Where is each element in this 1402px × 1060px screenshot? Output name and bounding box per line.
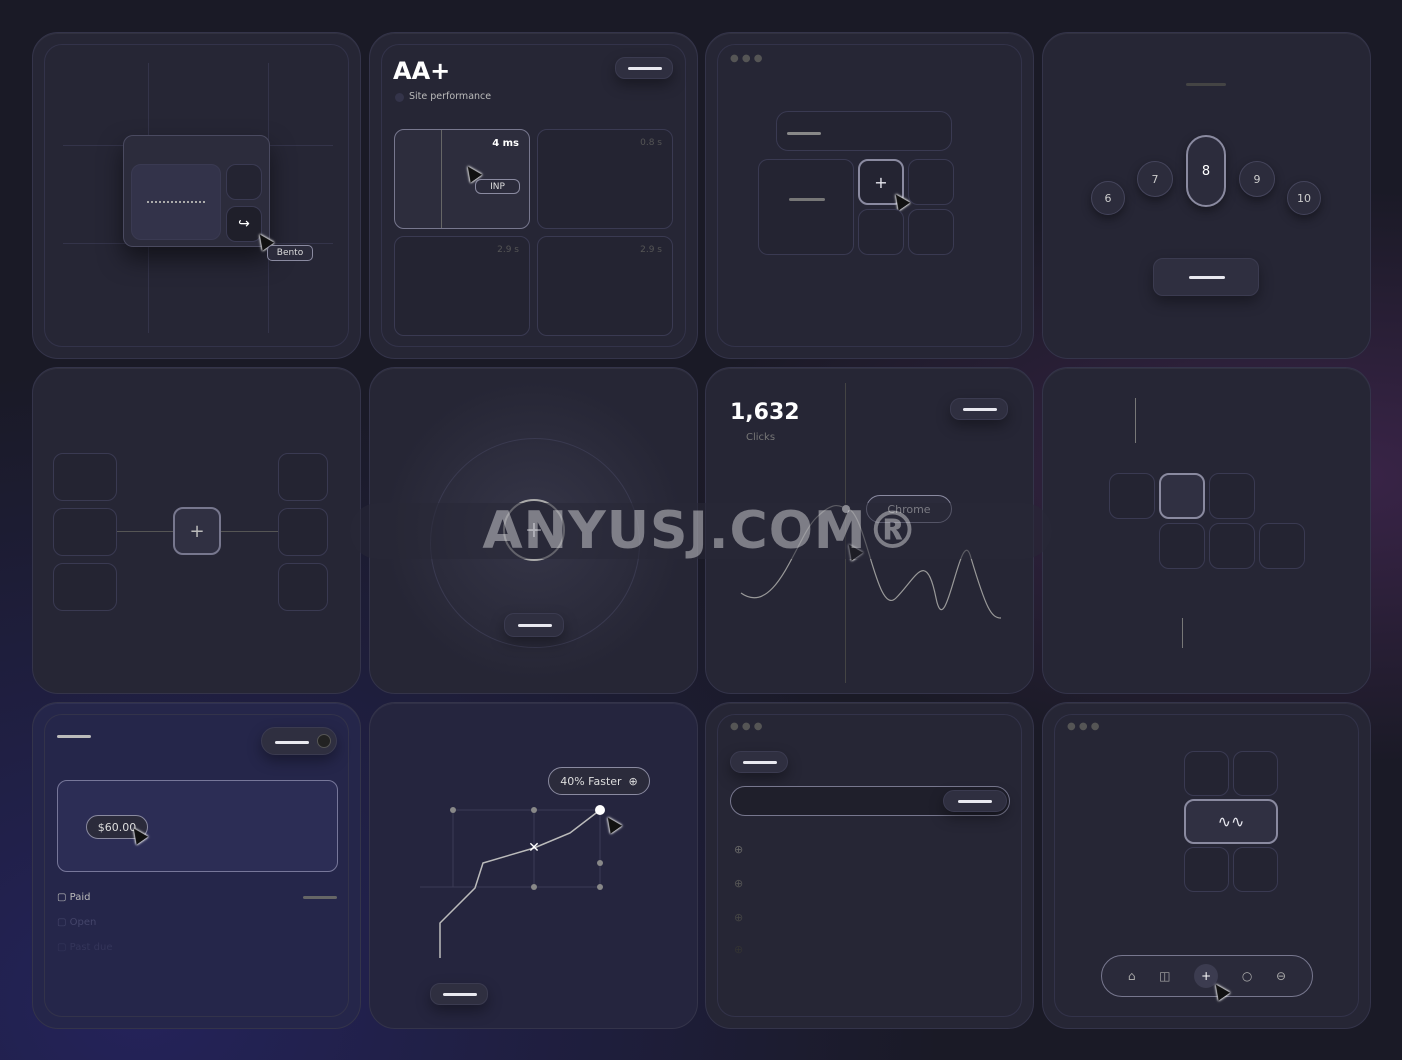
grid-add-card: ● ● ● +	[705, 32, 1034, 359]
dial-number[interactable]: 10	[1287, 181, 1321, 215]
inp-badge: INP	[475, 179, 520, 194]
dial-number[interactable]: 7	[1137, 161, 1173, 197]
speed-label: 40% Faster	[560, 774, 622, 788]
grade: AA+	[393, 57, 451, 85]
audio-waveform	[131, 164, 221, 240]
bento-tag: Bento	[267, 245, 313, 261]
chat-icon[interactable]: ○	[1242, 969, 1252, 983]
action-button[interactable]	[504, 613, 564, 637]
list-item[interactable]: ⊕	[734, 911, 743, 924]
sidebar-icon[interactable]: ◫	[1159, 969, 1170, 983]
list-item[interactable]: ⊕	[734, 877, 743, 890]
status-open[interactable]: ▢ Open	[57, 917, 96, 928]
watermark: ANYUSJ.COM®	[350, 501, 1052, 561]
globe-icon[interactable]: ⊖	[1276, 969, 1286, 983]
svg-text:✕: ✕	[528, 840, 540, 856]
performance-card: AA+ Site performance 4 ms INP 0.8 s 2.9 …	[369, 32, 698, 359]
speed-badge[interactable]: 40% Faster ⊕	[548, 767, 650, 795]
dial-number[interactable]: 6	[1091, 181, 1125, 215]
folder-card: ↪ Bento	[32, 32, 361, 359]
add-node-button[interactable]: +	[173, 507, 221, 555]
metric-tile[interactable]: 4 ms INP	[394, 129, 530, 229]
confirm-button[interactable]	[1153, 258, 1259, 296]
metric-value: 0.8 s	[640, 138, 662, 148]
menu-button[interactable]	[615, 57, 673, 79]
metric-tile[interactable]: 0.8 s	[537, 129, 673, 229]
status-label: Paid	[69, 892, 91, 903]
status-label: Open	[69, 917, 97, 928]
search-input[interactable]	[730, 786, 1010, 816]
list-item[interactable]: ⊕	[734, 943, 743, 956]
folder-icon[interactable]: ↪	[123, 135, 270, 247]
window-dots-icon: ● ● ●	[730, 53, 763, 64]
metric-tile[interactable]: 2.9 s	[537, 236, 673, 336]
home-icon[interactable]: ⌂	[1128, 969, 1136, 983]
empty-tile	[226, 164, 262, 200]
status-paid[interactable]: ▢ Paid	[57, 892, 90, 903]
metric-value: 2.9 s	[640, 245, 662, 255]
dial-number-selected[interactable]: 8	[1186, 135, 1226, 207]
metric-tile[interactable]: 2.9 s	[394, 236, 530, 336]
wave-button[interactable]: ∿∿	[1184, 799, 1278, 844]
route-map: ✕	[420, 805, 605, 958]
tab-active[interactable]	[730, 751, 788, 773]
node-grid-card	[1042, 367, 1371, 694]
tab-button[interactable]	[430, 983, 488, 1005]
dock: ⌂ ◫ + ○ ⊖	[1101, 955, 1313, 997]
status-past-due[interactable]: ▢ Past due	[57, 942, 113, 953]
route-card: ✕ 40% Faster ⊕	[369, 702, 698, 1029]
metric-value: 4 ms	[492, 138, 519, 149]
search-list-card: ● ● ● ⊕ ⊕ ⊕ ⊕	[705, 702, 1034, 1029]
dock-card: ● ● ● ∿∿ ⌂ ◫ + ○ ⊖	[1042, 702, 1371, 1029]
window-dots-icon: ● ● ●	[1067, 721, 1100, 732]
list-item[interactable]: ⊕	[734, 843, 743, 856]
flow-card: +	[32, 367, 361, 694]
invoice-card: $60.00 ▢ Paid ▢ Open ▢ Past due	[32, 702, 361, 1029]
selected-node[interactable]	[1159, 473, 1205, 519]
status-label: Past due	[69, 942, 113, 953]
subtitle: Site performance	[409, 91, 492, 102]
metric-value: 2.9 s	[497, 245, 519, 255]
number-dial-card: 6 7 8 9 10	[1042, 32, 1371, 359]
dial-number[interactable]: 9	[1239, 161, 1275, 197]
window-dots-icon: ● ● ●	[730, 721, 763, 732]
toggle[interactable]	[261, 727, 337, 755]
